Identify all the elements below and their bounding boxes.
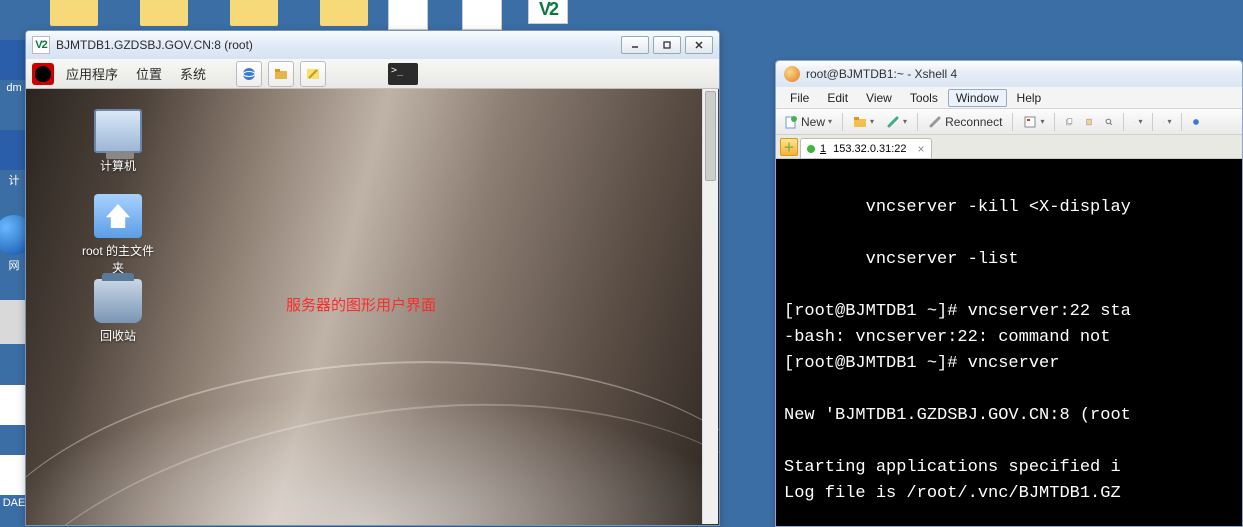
desktop-icon-computer[interactable]: 计算机 bbox=[78, 109, 158, 174]
connect-button[interactable]: ▾ bbox=[882, 113, 911, 131]
home-folder-icon bbox=[94, 194, 142, 238]
vnc-title-text: BJMTDB1.GZDSBJ.GOV.CN:8 (root) bbox=[56, 38, 253, 52]
host-folder[interactable] bbox=[130, 0, 198, 28]
annotation-text: 服务器的图形用户界面 bbox=[286, 294, 436, 315]
menu-file[interactable]: File bbox=[782, 89, 817, 107]
host-file[interactable] bbox=[388, 0, 428, 30]
tab-label: 153.32.0.31:22 bbox=[833, 143, 906, 155]
terminal-launcher-icon[interactable] bbox=[388, 63, 418, 85]
host-folder[interactable] bbox=[220, 0, 288, 28]
browser-launcher-icon[interactable] bbox=[236, 61, 262, 87]
menu-window[interactable]: Window bbox=[948, 89, 1007, 107]
tab-close-icon[interactable]: × bbox=[918, 142, 925, 156]
toolbar-label: Reconnect bbox=[945, 115, 1002, 129]
vnc-titlebar[interactable]: V2 BJMTDB1.GZDSBJ.GOV.CN:8 (root) bbox=[26, 31, 719, 59]
scrollbar-thumb[interactable] bbox=[705, 91, 716, 181]
xshell-app-icon bbox=[784, 66, 800, 82]
xshell-titlebar[interactable]: root@BJMTDB1:~ - Xshell 4 bbox=[776, 61, 1242, 87]
gnome-top-panel: 应用程序 位置 系统 bbox=[26, 59, 719, 89]
trash-icon bbox=[94, 279, 142, 323]
tab-add-button[interactable]: ＋ bbox=[780, 138, 798, 156]
distro-logo-icon[interactable] bbox=[32, 63, 54, 85]
host-icon-label: DAE bbox=[3, 497, 26, 509]
xshell-tabbar: ＋ 1 153.32.0.31:22 × bbox=[776, 135, 1242, 159]
copy-button[interactable] bbox=[1061, 114, 1077, 130]
new-session-button[interactable]: New ▾ bbox=[780, 113, 836, 131]
notes-launcher-icon[interactable] bbox=[300, 61, 326, 87]
desktop-icon-label: 计算机 bbox=[78, 157, 158, 174]
host-icon-label: 计 bbox=[9, 175, 20, 187]
xshell-title-text: root@BJMTDB1:~ - Xshell 4 bbox=[806, 67, 957, 81]
xshell-menubar: File Edit View Tools Window Help bbox=[776, 87, 1242, 109]
open-button[interactable]: ▾ bbox=[849, 113, 878, 131]
menu-tools[interactable]: Tools bbox=[902, 89, 946, 107]
close-button[interactable] bbox=[685, 36, 713, 54]
host-vnc-shortcut[interactable]: V2 bbox=[528, 0, 568, 24]
host-file[interactable] bbox=[462, 0, 502, 30]
minimize-button[interactable] bbox=[621, 36, 649, 54]
vnc-vertical-scrollbar[interactable] bbox=[702, 89, 718, 524]
xshell-tab[interactable]: 1 153.32.0.31:22 × bbox=[800, 138, 932, 158]
properties-button[interactable]: ▾ bbox=[1019, 113, 1048, 131]
gnome-desktop[interactable]: 服务器的图形用户界面 计算机 root 的主文件夹 回收站 bbox=[26, 89, 719, 525]
globe-button[interactable] bbox=[1188, 114, 1204, 130]
find-button[interactable] bbox=[1101, 114, 1117, 130]
vnc-window: V2 BJMTDB1.GZDSBJ.GOV.CN:8 (root) 应用程序 位… bbox=[25, 30, 720, 526]
menu-view[interactable]: View bbox=[858, 89, 900, 107]
toolbar-label: New bbox=[801, 115, 825, 129]
color-button[interactable]: ▾ bbox=[1159, 114, 1175, 130]
desktop-icon-label: root 的主文件夹 bbox=[78, 242, 158, 276]
print-button[interactable]: ▾ bbox=[1130, 114, 1146, 130]
desktop-icon-home[interactable]: root 的主文件夹 bbox=[78, 194, 158, 276]
xshell-terminal[interactable]: vncserver -kill <X-display vncserver -li… bbox=[776, 159, 1242, 526]
file-manager-launcher-icon[interactable] bbox=[268, 61, 294, 87]
desktop-icon-trash[interactable]: 回收站 bbox=[78, 279, 158, 344]
menu-places[interactable]: 位置 bbox=[130, 62, 168, 85]
reconnect-button[interactable]: Reconnect bbox=[924, 113, 1006, 131]
host-folder[interactable] bbox=[310, 0, 378, 28]
tab-status-dot-icon bbox=[807, 145, 815, 153]
vnc-logo-icon: V2 bbox=[32, 36, 50, 54]
host-icon-label: 网 bbox=[9, 260, 20, 272]
xshell-window: root@BJMTDB1:~ - Xshell 4 File Edit View… bbox=[775, 60, 1243, 527]
menu-edit[interactable]: Edit bbox=[819, 89, 856, 107]
paste-button[interactable] bbox=[1081, 114, 1097, 130]
menu-help[interactable]: Help bbox=[1009, 89, 1050, 107]
host-folder[interactable] bbox=[40, 0, 108, 28]
desktop-icon-label: 回收站 bbox=[78, 327, 158, 344]
maximize-button[interactable] bbox=[653, 36, 681, 54]
menu-applications[interactable]: 应用程序 bbox=[60, 62, 124, 85]
xshell-toolbar: New ▾ ▾ ▾ Reconnect ▾ ▾ ▾ bbox=[776, 109, 1242, 135]
tab-number: 1 bbox=[820, 143, 826, 155]
host-icon-label: dm bbox=[6, 82, 21, 94]
computer-icon bbox=[94, 109, 142, 153]
menu-system[interactable]: 系统 bbox=[174, 62, 212, 85]
